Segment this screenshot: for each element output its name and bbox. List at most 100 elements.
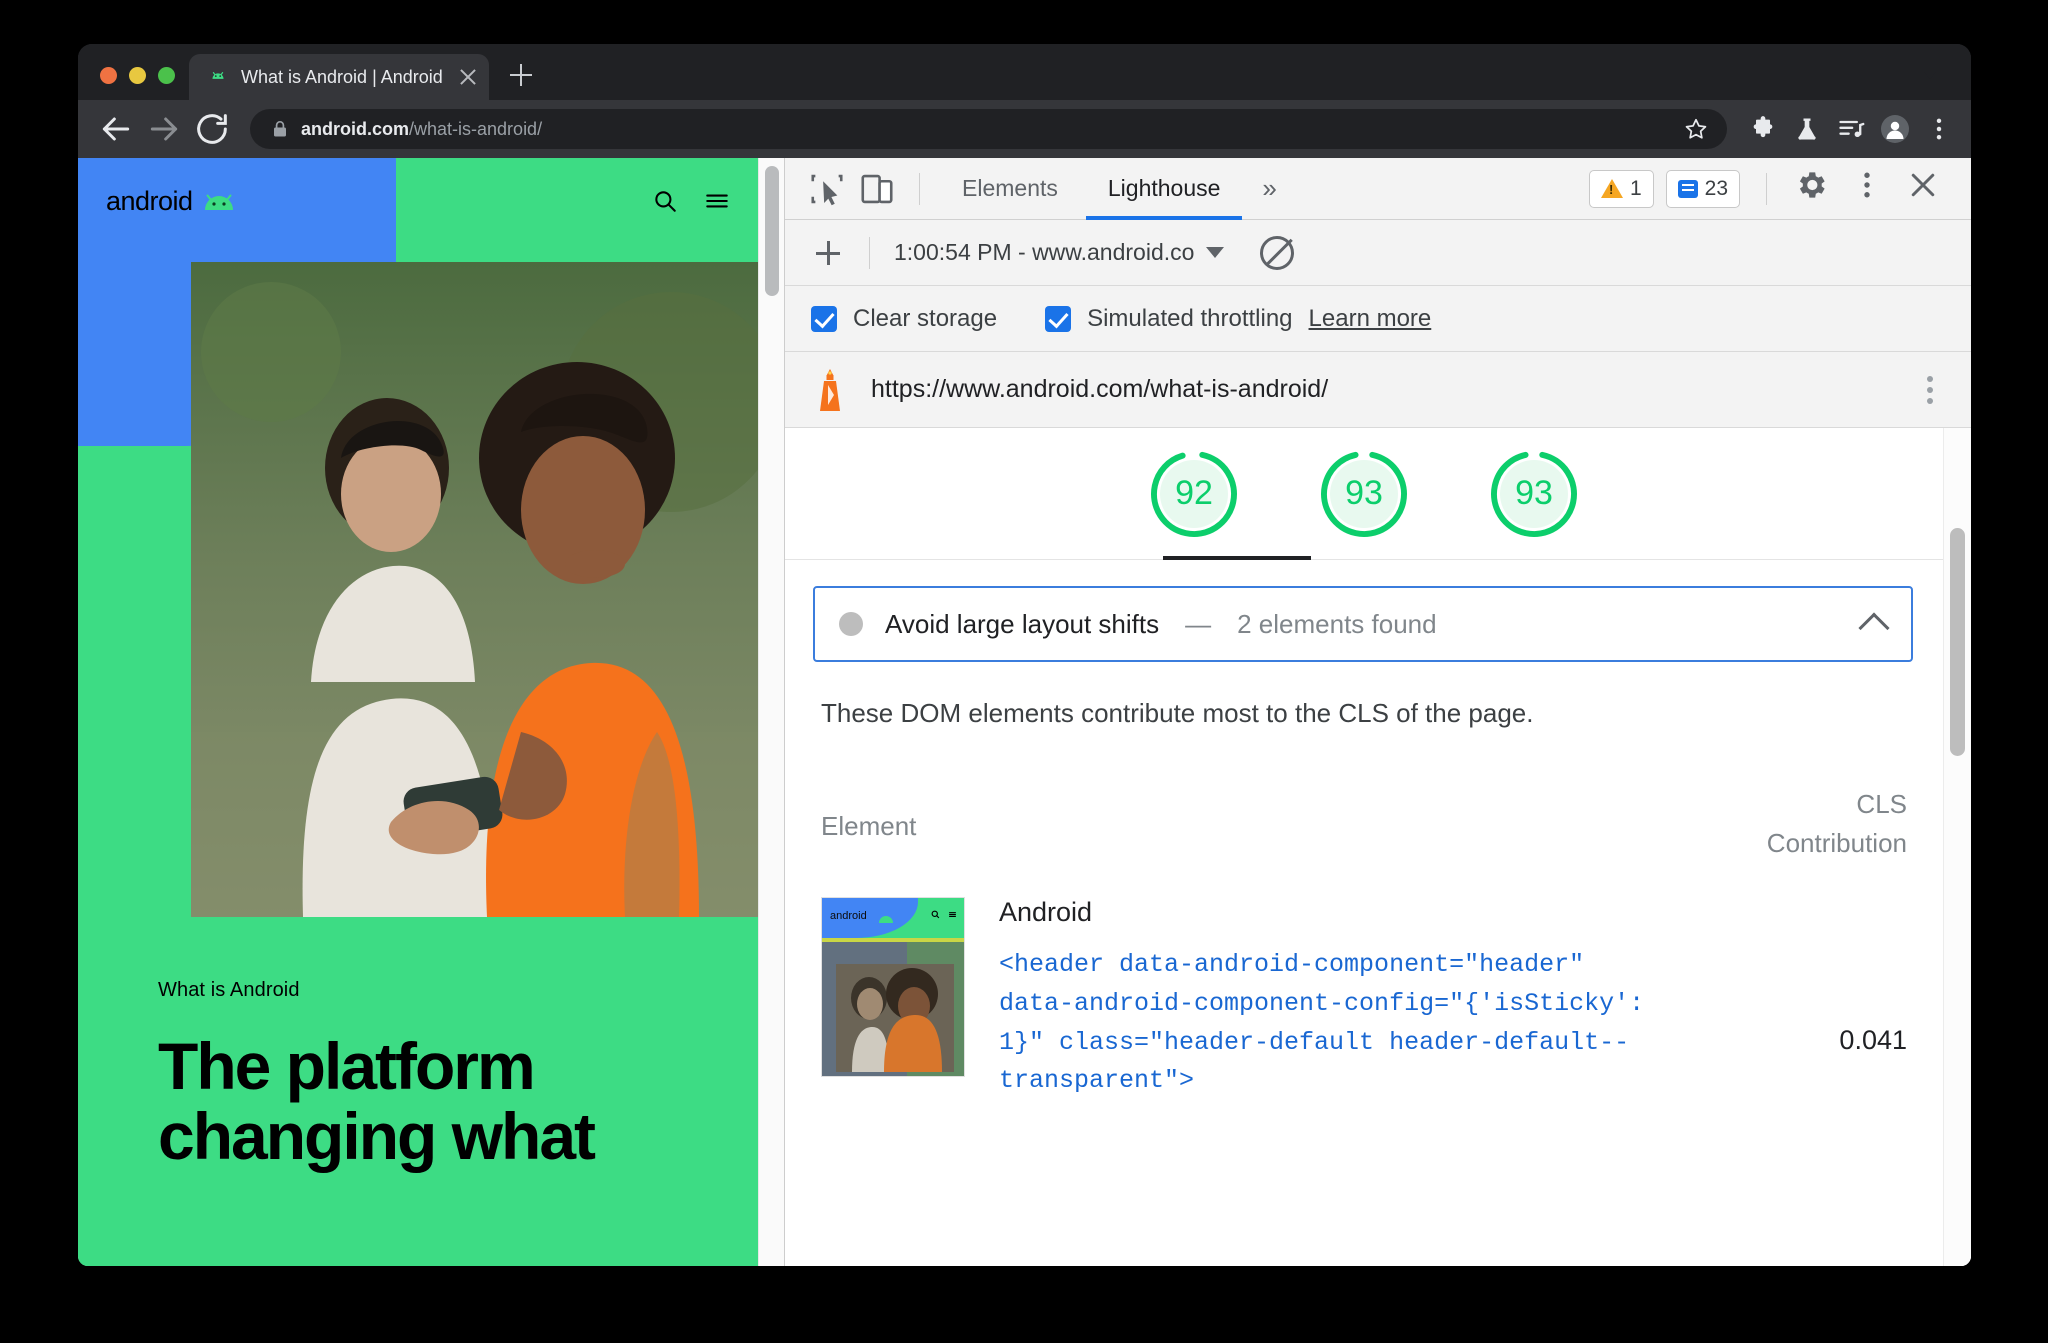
score-gauge-accessibility[interactable]: 93 bbox=[1316, 446, 1412, 542]
tab-strip: What is Android | Android bbox=[78, 44, 1971, 100]
lighthouse-icon bbox=[811, 367, 849, 413]
close-icon[interactable] bbox=[1905, 167, 1949, 211]
page-eyebrow: What is Android bbox=[158, 979, 300, 1001]
flask-icon[interactable] bbox=[1793, 115, 1821, 143]
more-tabs-icon[interactable]: » bbox=[1248, 173, 1290, 204]
page-scrollbar-thumb[interactable] bbox=[765, 166, 779, 296]
page-title: The platform changing what bbox=[158, 1029, 596, 1173]
warning-badge[interactable]: 1 bbox=[1588, 169, 1654, 208]
back-arrow-icon[interactable] bbox=[96, 109, 136, 149]
page-viewport[interactable]: android What is Android The platform cha… bbox=[78, 158, 758, 1266]
extensions-puzzle-icon[interactable] bbox=[1749, 115, 1777, 143]
lock-icon bbox=[272, 120, 288, 138]
chevron-up-icon[interactable] bbox=[1858, 612, 1890, 644]
devtools-toolbar: Elements Lighthouse » 1 23 bbox=[785, 158, 1971, 220]
page-body: What is Android The platform changing wh… bbox=[78, 917, 758, 1266]
message-icon bbox=[1677, 179, 1698, 198]
window-minimize-button[interactable] bbox=[129, 67, 146, 84]
clear-storage-checkbox[interactable] bbox=[811, 305, 837, 332]
window-controls bbox=[78, 67, 189, 100]
audit-subtitle: 2 elements found bbox=[1237, 608, 1437, 639]
gear-icon[interactable] bbox=[1793, 167, 1837, 211]
url-text: android.com/what-is-android/ bbox=[301, 119, 542, 140]
browser-window: What is Android | Android android.com/wh… bbox=[78, 44, 1971, 1266]
toolbar-divider-2 bbox=[1766, 172, 1767, 205]
audit-table-header: Element CLS Contribution bbox=[821, 785, 1907, 863]
element-details: Android <header data-android-component="… bbox=[999, 897, 1673, 1101]
report-url-row: https://www.android.com/what-is-android/ bbox=[785, 352, 1971, 428]
thumb-header-icons bbox=[931, 910, 957, 919]
plus-icon[interactable] bbox=[805, 230, 851, 276]
audit-separator: — bbox=[1185, 608, 1212, 639]
message-count: 23 bbox=[1704, 176, 1728, 200]
window-maximize-button[interactable] bbox=[158, 67, 175, 84]
clear-storage-label: Clear storage bbox=[853, 304, 998, 332]
star-icon[interactable] bbox=[1683, 116, 1709, 142]
inspect-element-icon[interactable] bbox=[805, 167, 849, 211]
lighthouse-report: 92 93 93 Avoid large layout shifts — 2 e… bbox=[785, 428, 1971, 1266]
neutral-circle-icon bbox=[839, 612, 863, 636]
score-gauge-performance[interactable]: 92 bbox=[1146, 446, 1242, 542]
element-name: Android bbox=[999, 897, 1093, 927]
reload-icon[interactable] bbox=[192, 109, 232, 149]
header-actions bbox=[652, 188, 730, 214]
search-icon[interactable] bbox=[652, 188, 678, 214]
report-selector[interactable]: 1:00:54 PM - www.android.co bbox=[888, 239, 1230, 266]
no-entry-icon[interactable] bbox=[1260, 235, 1295, 270]
thumb-photo bbox=[836, 964, 954, 1072]
report-url: https://www.android.com/what-is-android/ bbox=[871, 375, 1329, 403]
thumb-yellow-stripe bbox=[822, 938, 964, 942]
audit-title: Avoid large layout shifts bbox=[885, 608, 1160, 639]
learn-more-link[interactable]: Learn more bbox=[1309, 305, 1432, 333]
tab-elements[interactable]: Elements bbox=[940, 158, 1080, 220]
kebab-menu-icon[interactable] bbox=[1915, 373, 1945, 407]
column-header-cls-line2: Contribution bbox=[1766, 828, 1907, 858]
score-gauge-best-practices[interactable]: 93 bbox=[1486, 446, 1582, 542]
url-host: android.com bbox=[301, 118, 410, 139]
simulated-throttling-checkbox[interactable] bbox=[1045, 305, 1072, 332]
page-screenshot-thumbnail[interactable]: android bbox=[821, 897, 965, 1077]
tab-search-button[interactable] bbox=[1915, 60, 1945, 90]
close-icon[interactable] bbox=[455, 64, 481, 90]
new-tab-button[interactable] bbox=[499, 53, 543, 97]
media-playlist-icon[interactable] bbox=[1837, 115, 1865, 143]
caret-down-icon bbox=[1206, 247, 1225, 258]
window-close-button[interactable] bbox=[100, 67, 117, 84]
devtools-scrollbar-thumb[interactable] bbox=[1950, 528, 1965, 756]
hamburger-menu-icon[interactable] bbox=[704, 188, 730, 214]
audit-description: These DOM elements contribute most to th… bbox=[821, 698, 1534, 728]
tab-lighthouse[interactable]: Lighthouse bbox=[1085, 158, 1243, 220]
android-robot-icon bbox=[207, 66, 229, 88]
profile-avatar-icon[interactable] bbox=[1881, 115, 1909, 143]
kebab-menu-icon[interactable] bbox=[1849, 167, 1893, 211]
thumb-logo-text: android bbox=[830, 910, 867, 922]
forward-arrow-icon[interactable] bbox=[144, 109, 184, 149]
score-gauges: 92 93 93 bbox=[785, 428, 1943, 560]
tab-title: What is Android | Android bbox=[241, 66, 443, 87]
page-scrollbar[interactable] bbox=[758, 158, 784, 1266]
audit-header[interactable]: Avoid large layout shifts — 2 elements f… bbox=[813, 586, 1913, 662]
devtools-scrollbar[interactable] bbox=[1943, 428, 1971, 1266]
devtools-panel: Elements Lighthouse » 1 23 bbox=[784, 158, 1971, 1266]
simulated-throttling-label: Simulated throttling bbox=[1087, 304, 1293, 332]
run-divider bbox=[869, 236, 870, 269]
warning-count: 1 bbox=[1629, 176, 1642, 200]
thumb-header-bar: android bbox=[822, 898, 964, 938]
bugdroid-icon bbox=[201, 190, 237, 212]
score-value: 93 bbox=[1515, 474, 1553, 512]
site-logo-text[interactable]: android bbox=[106, 186, 193, 217]
address-bar[interactable]: android.com/what-is-android/ bbox=[250, 109, 1727, 149]
column-header-cls-line1: CLS bbox=[1856, 789, 1907, 819]
chrome-menu-icon[interactable] bbox=[1925, 115, 1953, 143]
browser-tab[interactable]: What is Android | Android bbox=[189, 54, 489, 100]
device-toolbar-icon[interactable] bbox=[855, 167, 899, 211]
element-snippet[interactable]: <header data-android-component="header" … bbox=[999, 946, 1673, 1101]
column-header-cls-contribution: CLS Contribution bbox=[1687, 785, 1907, 863]
lighthouse-run-toolbar: 1:00:54 PM - www.android.co bbox=[785, 220, 1971, 286]
message-badge[interactable]: 23 bbox=[1665, 169, 1740, 208]
cls-contribution-value: 0.041 bbox=[1839, 1025, 1907, 1055]
lighthouse-options-row: Clear storage Simulated throttling Learn… bbox=[785, 286, 1971, 352]
score-value: 93 bbox=[1345, 474, 1383, 512]
toolbar-right-group: 1 23 bbox=[1588, 167, 1949, 211]
toolbar-icons bbox=[1749, 115, 1953, 143]
